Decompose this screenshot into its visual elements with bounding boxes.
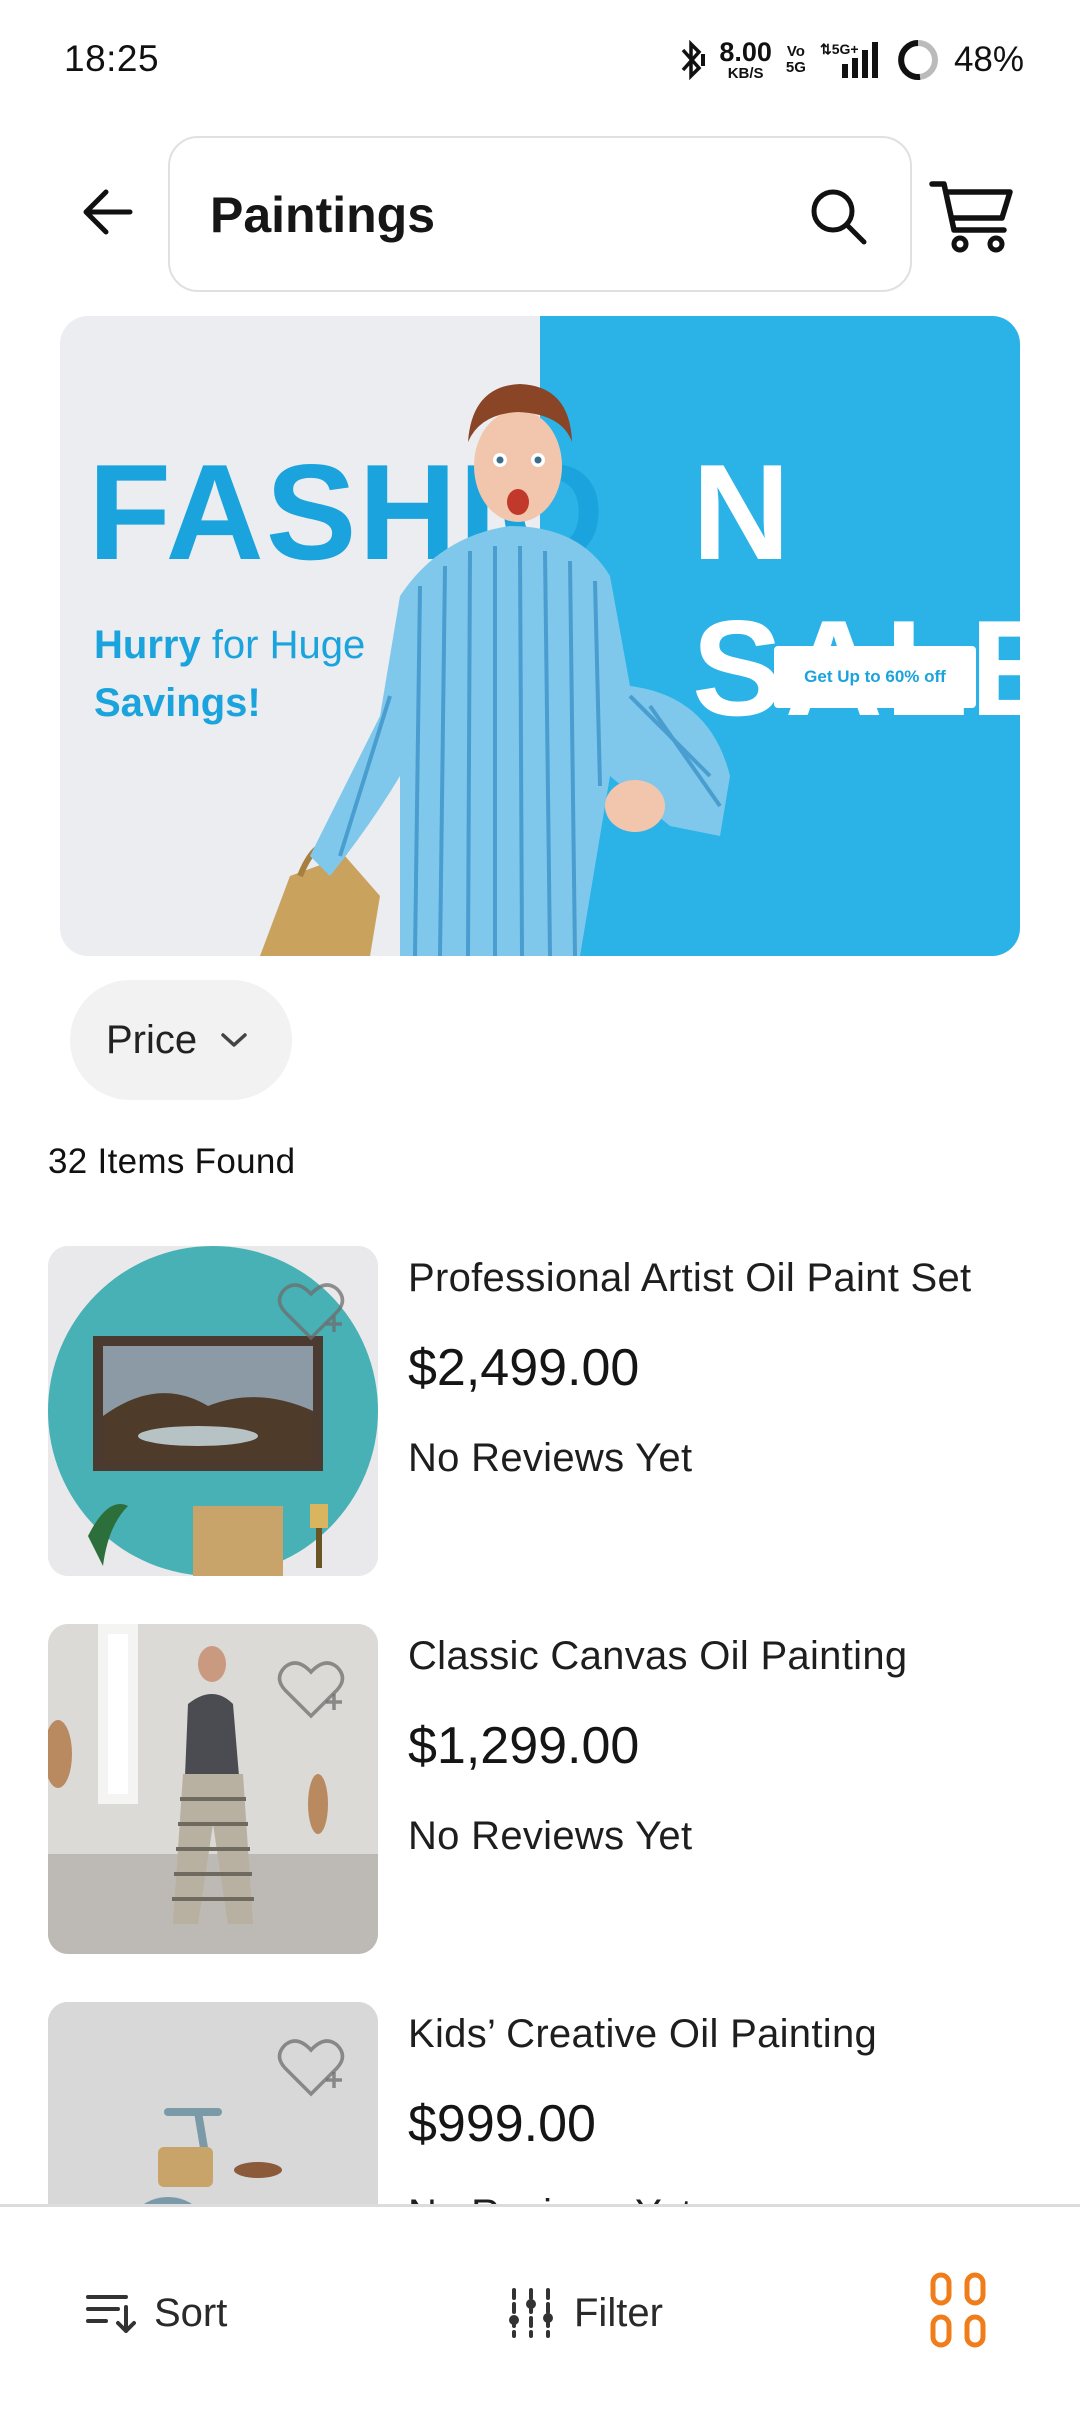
- product-image-art: [48, 2002, 378, 2206]
- product-price: $1,299.00: [408, 1717, 640, 1775]
- wishlist-heart-icon[interactable]: [276, 1658, 346, 1722]
- search-input[interactable]: Paintings: [168, 136, 912, 292]
- product-list: Professional Artist Oil Paint Set $2,499…: [0, 1246, 1080, 2206]
- status-icons: 8.00 KB/S Vo 5G ⇅5G+ 48%: [679, 36, 1024, 84]
- sort-label: Sort: [154, 2290, 228, 2335]
- sort-button[interactable]: Sort: [86, 2273, 227, 2353]
- product-name[interactable]: Classic Canvas Oil Painting: [408, 1634, 907, 1679]
- cart-icon: [929, 181, 1013, 253]
- product-name[interactable]: Kids’ Creative Oil Painting: [408, 2012, 877, 2057]
- product-card[interactable]: Kids’ Creative Oil Painting $999.00 No R…: [0, 2002, 1080, 2206]
- filter-button[interactable]: Filter: [506, 2273, 663, 2353]
- banner-model-image: [260, 384, 730, 956]
- cart-button[interactable]: [928, 170, 1018, 260]
- product-card[interactable]: Professional Artist Oil Paint Set $2,499…: [0, 1246, 1080, 1578]
- product-image[interactable]: [48, 2002, 378, 2206]
- bottom-action-bar: Sort Filter: [0, 2204, 1080, 2412]
- back-button[interactable]: [66, 170, 150, 254]
- back-arrow-icon: [83, 189, 133, 235]
- product-image[interactable]: [48, 1246, 378, 1576]
- grid-view-icon[interactable]: [930, 2271, 986, 2351]
- battery-percent: 48%: [953, 40, 1024, 79]
- wishlist-heart-icon[interactable]: [276, 1280, 346, 1344]
- product-card[interactable]: Classic Canvas Oil Painting $1,299.00 No…: [0, 1624, 1080, 1956]
- battery-ring-icon: [897, 40, 938, 80]
- wishlist-heart-icon[interactable]: [276, 2036, 346, 2100]
- product-price: $2,499.00: [408, 1339, 640, 1397]
- filter-label: Filter: [574, 2290, 663, 2335]
- signal-5g-icon: ⇅5G+: [820, 41, 878, 78]
- status-time: 18:25: [64, 38, 160, 79]
- filter-sliders-icon: [509, 2288, 553, 2338]
- price-filter-chip[interactable]: Price: [70, 980, 292, 1100]
- product-reviews: No Reviews Yet: [408, 1814, 693, 1858]
- product-price: $999.00: [408, 2095, 596, 2153]
- svg-text:⇅5G+: ⇅5G+: [820, 41, 859, 57]
- price-filter-label: Price: [106, 1017, 198, 1062]
- results-count: 32 Items Found: [48, 1142, 296, 1181]
- product-name[interactable]: Professional Artist Oil Paint Set: [408, 1256, 971, 1301]
- status-bar: 18:25 8.00 KB/S Vo 5G ⇅5G+ 48%: [0, 0, 1080, 120]
- chevron-down-icon: [221, 1033, 247, 1047]
- search-icon[interactable]: [806, 184, 870, 248]
- search-query-text[interactable]: Paintings: [210, 186, 435, 244]
- network-speed: 8.00 KB/S: [719, 37, 772, 82]
- bluetooth-icon: [682, 40, 706, 80]
- sort-icon: [86, 2295, 136, 2333]
- product-image[interactable]: [48, 1624, 378, 1954]
- banner-cta-button[interactable]: Get Up to 60% off: [774, 646, 976, 708]
- volte-indicator: Vo 5G: [785, 43, 806, 76]
- promo-banner[interactable]: FASHIO N SALE Hurry for Huge Savings!: [60, 316, 1020, 956]
- product-reviews: No Reviews Yet: [408, 1436, 693, 1480]
